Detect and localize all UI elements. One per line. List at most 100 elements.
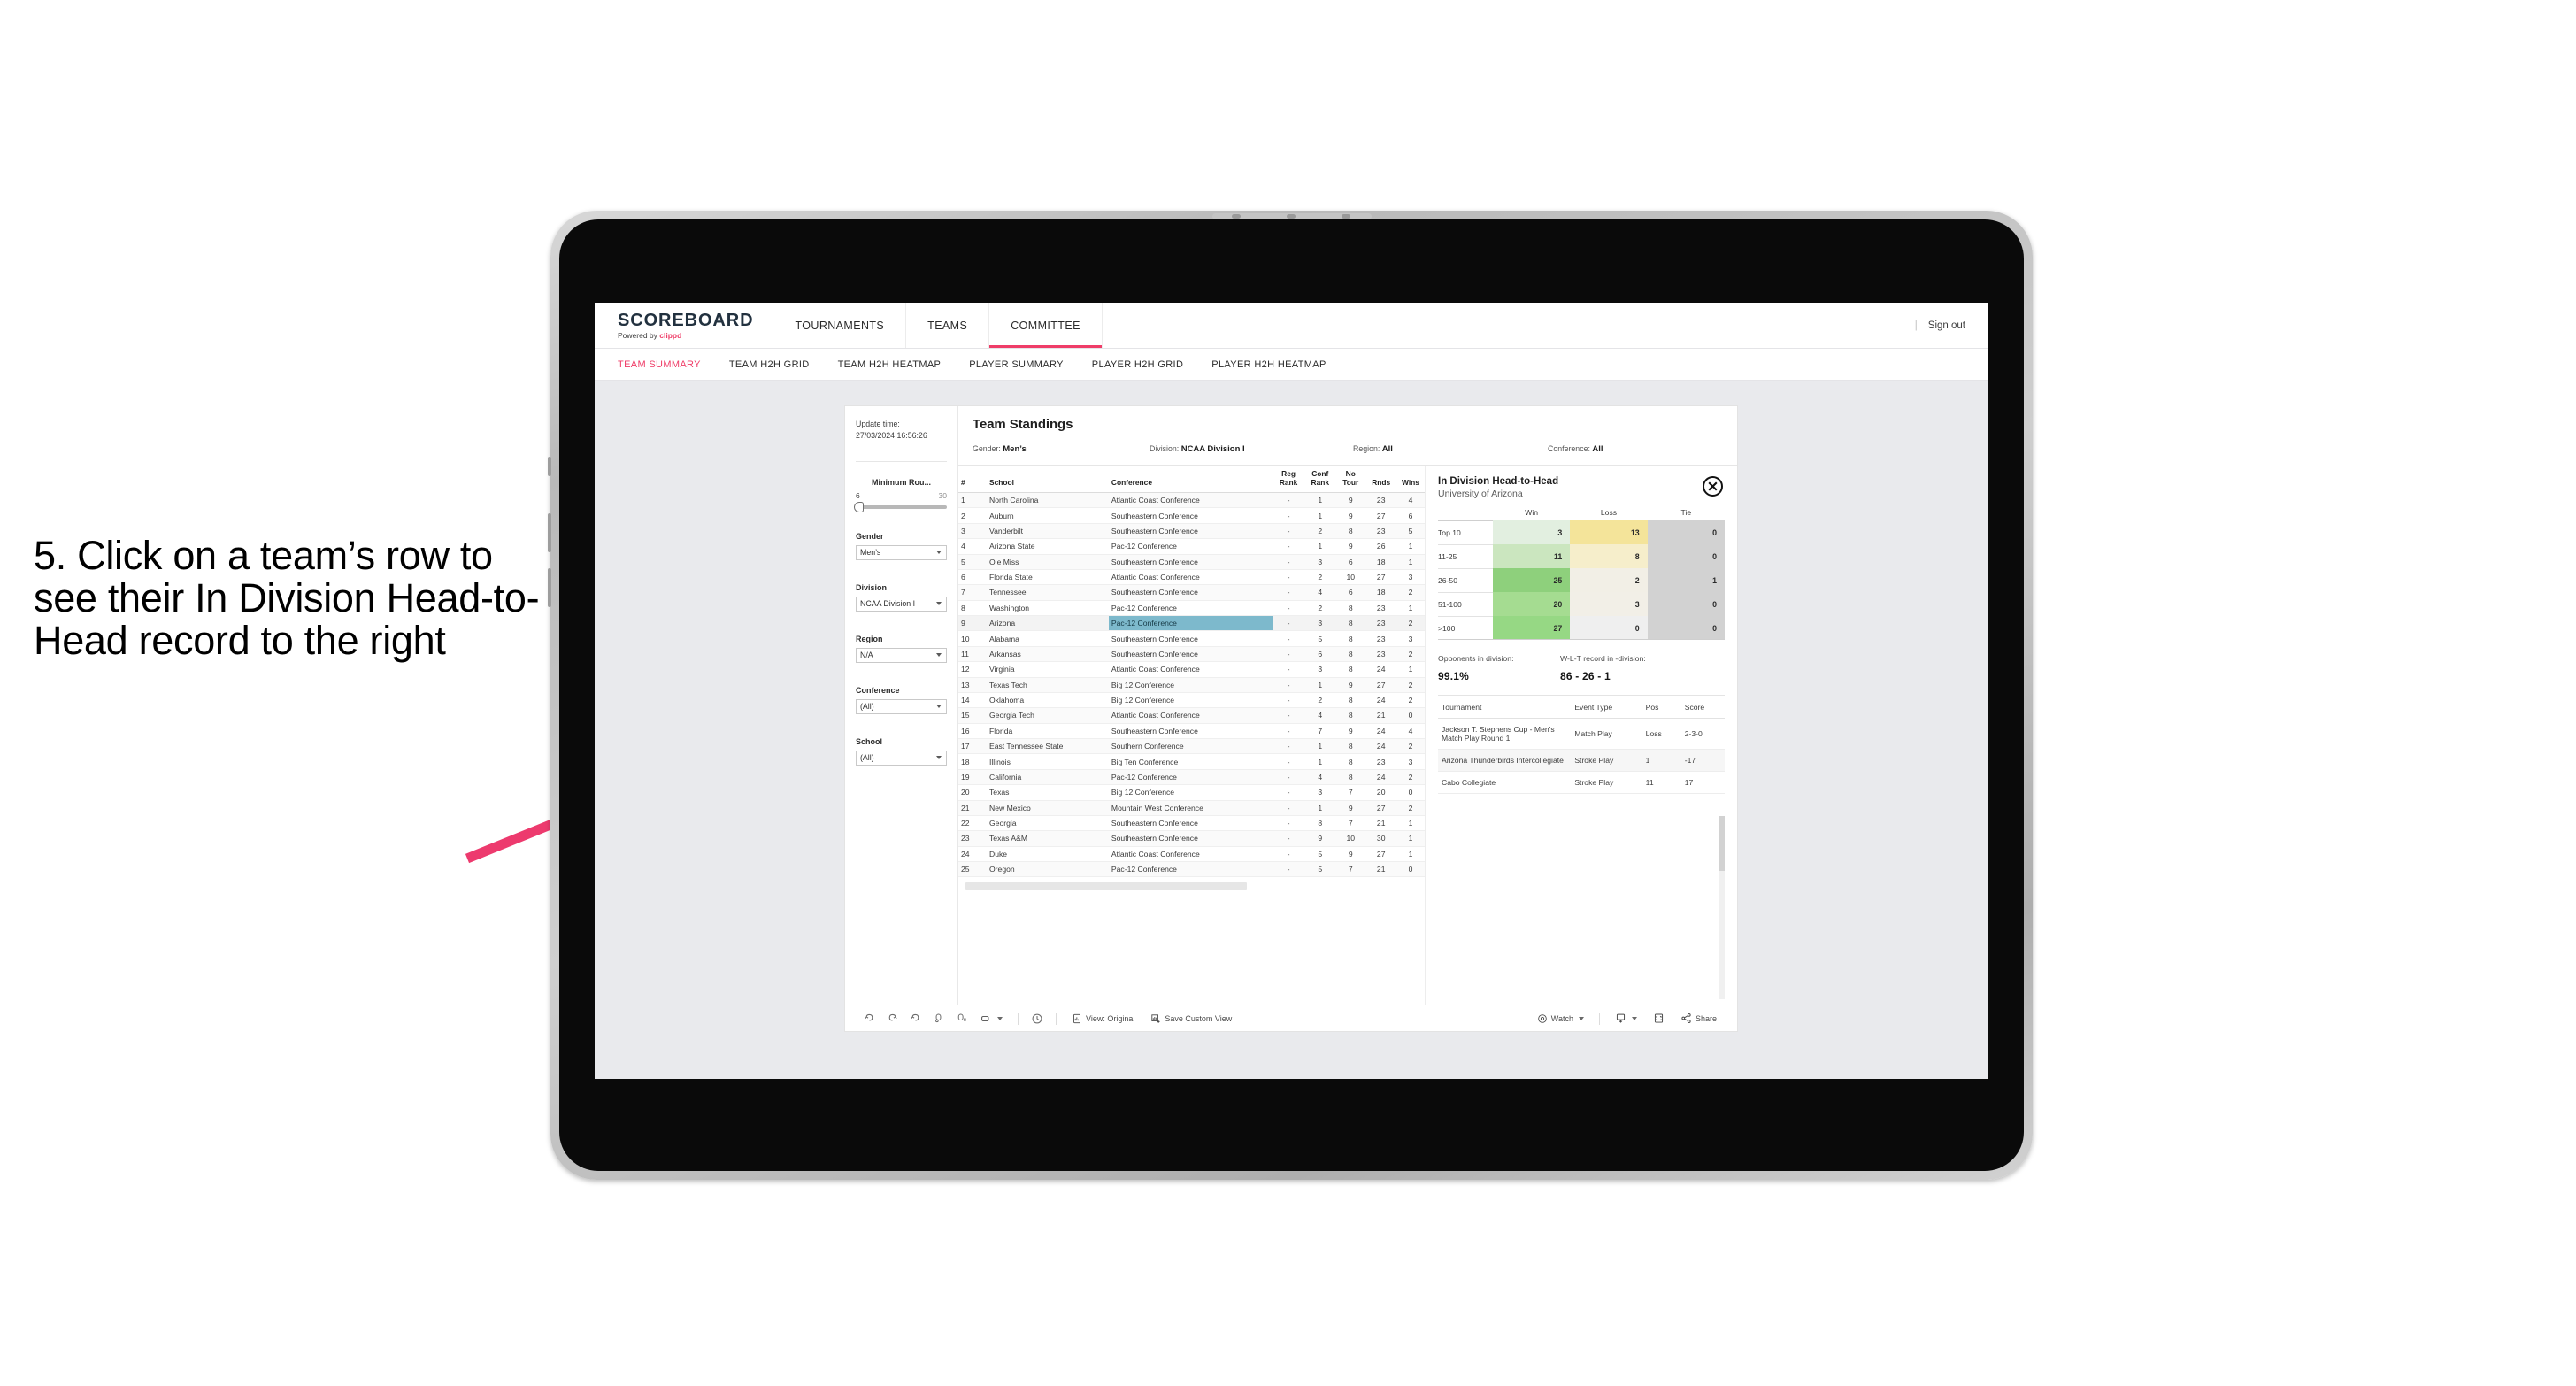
table-row[interactable]: 18 Illinois Big Ten Conference -1 8 23 3 [958,753,1425,770]
view-original-button[interactable]: View: Original [1064,1013,1142,1024]
cell-reg-rank: - [1272,523,1305,540]
cell-wins: 2 [1396,584,1425,601]
chevron-down-icon [936,551,942,554]
tab-player-h2h-heatmap[interactable]: PLAYER H2H HEATMAP [1211,359,1342,370]
close-circle-icon[interactable] [1703,476,1723,497]
table-row[interactable]: 16 Florida Southeastern Conference -7 9 24 4 [958,723,1425,740]
table-row[interactable]: 19 California Pac-12 Conference -4 8 24 2 [958,769,1425,786]
slider-handle[interactable] [854,501,864,512]
pause-updates-icon[interactable] [950,1013,973,1024]
horizontal-scrollbar-thumb[interactable] [965,882,1248,891]
tab-player-h2h-grid[interactable]: PLAYER H2H GRID [1092,359,1199,370]
share-button[interactable]: Share [1672,1013,1725,1024]
tab-team-h2h-grid[interactable]: TEAM H2H GRID [729,359,826,370]
table-row[interactable]: 7 Tennessee Southeastern Conference -4 6 18 2 [958,584,1425,601]
toolbar-divider [1018,1012,1019,1025]
table-row[interactable]: 14 Oklahoma Big 12 Conference -2 8 24 2 [958,692,1425,709]
cell-school: Oklahoma [987,692,1109,709]
revert-icon[interactable] [904,1013,927,1024]
cell-no-tour: 8 [1335,753,1366,770]
table-row[interactable]: 3 Vanderbilt Southeastern Conference -2 8 23 5 [958,523,1425,540]
standings-summary: Gender: Men’s Division: NCAA Division I … [973,444,1723,454]
layout-menu-button[interactable] [973,1014,1011,1023]
cell-score: 17 [1680,771,1725,794]
minimum-rounds-range: 6 30 [856,491,947,500]
view-icon [1073,1013,1080,1023]
table-row[interactable]: 13 Texas Tech Big 12 Conference -1 9 27 2 [958,677,1425,693]
col-conference[interactable]: Conference [1108,466,1273,493]
division-select[interactable]: NCAA Division I [856,596,947,612]
col-rank[interactable]: # [958,466,987,493]
horizontal-scrollbar-track[interactable] [958,877,1425,894]
h2h-col-win: Win [1525,508,1539,517]
table-row[interactable]: 25 Oregon Pac-12 Conference -5 7 21 0 [958,861,1425,878]
col-reg-rank[interactable]: Reg Rank [1272,466,1305,493]
table-row[interactable]: 15 Georgia Tech Atlantic Coast Conference -… [958,707,1425,724]
table-row[interactable]: 9 Arizona Pac-12 Conference -3 8 23 2 [958,615,1425,632]
table-row[interactable]: 20 Texas Big 12 Conference -3 7 20 0 [958,784,1425,801]
col-school[interactable]: School [987,466,1109,493]
cell-no-tour: 8 [1335,707,1366,724]
cell-no-tour: 10 [1335,830,1366,847]
download-button[interactable] [1607,1013,1645,1024]
table-row[interactable]: 21 New Mexico Mountain West Conference -1 9 2… [958,800,1425,816]
cell-no-tour: 9 [1335,723,1366,740]
cell-conf-rank: 3 [1304,615,1335,632]
table-row[interactable]: 6 Florida State Atlantic Coast Conference -… [958,569,1425,586]
cell-school: Arizona State [987,538,1109,555]
table-row[interactable]: 24 Duke Atlantic Coast Conference -5 9 27 1 [958,846,1425,863]
gender-select[interactable]: Men’s [856,544,947,560]
watch-button[interactable]: Watch [1529,1013,1592,1024]
tournament-row[interactable]: Jackson T. Stephens Cup - Men’s Match Pl… [1438,718,1725,750]
nav-item-tournaments[interactable]: TOURNAMENTS [773,303,907,348]
tournament-row[interactable]: Arizona Thunderbirds Intercollegiate Stro… [1438,749,1725,772]
cell-wins: 4 [1396,492,1425,509]
col-conf-rank[interactable]: Conf Rank [1304,466,1335,493]
cell-school: Tennessee [987,584,1109,601]
save-custom-view-button[interactable]: Save Custom View [1142,1013,1240,1024]
school-select[interactable]: (All) [856,750,947,766]
col-wins[interactable]: Wins [1396,466,1425,493]
h2h-row-label: 11-25 [1438,543,1493,568]
tournament-scrollbar-track[interactable] [1719,816,1725,999]
col-no-tour[interactable]: No Tour [1335,466,1366,493]
table-row[interactable]: 23 Texas A&M Southeastern Conference -9 10 30… [958,830,1425,847]
tournament-table-body: Jackson T. Stephens Cup - Men’s Match Pl… [1438,718,1725,794]
col-score: Score [1680,703,1725,719]
conference-select[interactable]: (All) [856,698,947,714]
col-rnds[interactable]: Rnds [1365,466,1396,493]
sign-out-link[interactable]: Sign out [1928,320,1965,331]
brand-logo[interactable]: SCOREBOARD Powered by clippd [595,303,774,348]
table-row[interactable]: 12 Virginia Atlantic Coast Conference -3 8 24… [958,661,1425,678]
nav-item-teams[interactable]: TEAMS [906,303,990,348]
minimum-rounds-slider[interactable] [854,501,947,512]
pause-auto-updates-icon[interactable] [1026,1013,1049,1025]
table-row[interactable]: 1 North Carolina Atlantic Coast Conference… [958,492,1425,509]
table-row[interactable]: 10 Alabama Southeastern Conference -5 8 23 3 [958,630,1425,647]
fullscreen-button[interactable] [1645,1013,1672,1024]
table-row[interactable]: 22 Georgia Southeastern Conference -8 7 21 1 [958,815,1425,832]
table-row[interactable]: 11 Arkansas Southeastern Conference -6 8 23 2 [958,646,1425,663]
table-row[interactable]: 4 Arizona State Pac-12 Conference -1 9 26 1 [958,538,1425,555]
table-row[interactable]: 8 Washington Pac-12 Conference -2 8 23 1 [958,600,1425,617]
tab-team-h2h-heatmap[interactable]: TEAM H2H HEATMAP [838,359,957,370]
cell-reg-rank: - [1272,861,1305,878]
undo-icon[interactable] [857,1013,880,1024]
cell-reg-rank: - [1272,830,1305,847]
tournament-row[interactable]: Cabo Collegiate Stroke Play 11 17 [1438,771,1725,794]
cell-conf-rank: 2 [1304,600,1335,617]
table-row[interactable]: 2 Auburn Southeastern Conference -1 9 27 6 [958,507,1425,524]
redo-icon[interactable] [880,1013,904,1024]
tab-player-summary[interactable]: PLAYER SUMMARY [969,359,1080,370]
region-select[interactable]: N/A [856,647,947,663]
tab-team-summary[interactable]: TEAM SUMMARY [618,359,717,370]
table-row[interactable]: 17 East Tennessee State Southern Conferenc… [958,738,1425,755]
cell-rank: 12 [958,661,987,678]
cell-conference: Pac-12 Conference [1108,615,1273,632]
table-row[interactable]: 5 Ole Miss Southeastern Conference -3 6 18 1 [958,554,1425,570]
h2h-cell-tie: 0 [1647,544,1725,568]
cell-rank: 3 [958,523,987,540]
nav-item-committee[interactable]: COMMITTEE [989,303,1103,348]
refresh-data-icon[interactable] [927,1013,950,1024]
cell-rank: 2 [958,507,987,524]
